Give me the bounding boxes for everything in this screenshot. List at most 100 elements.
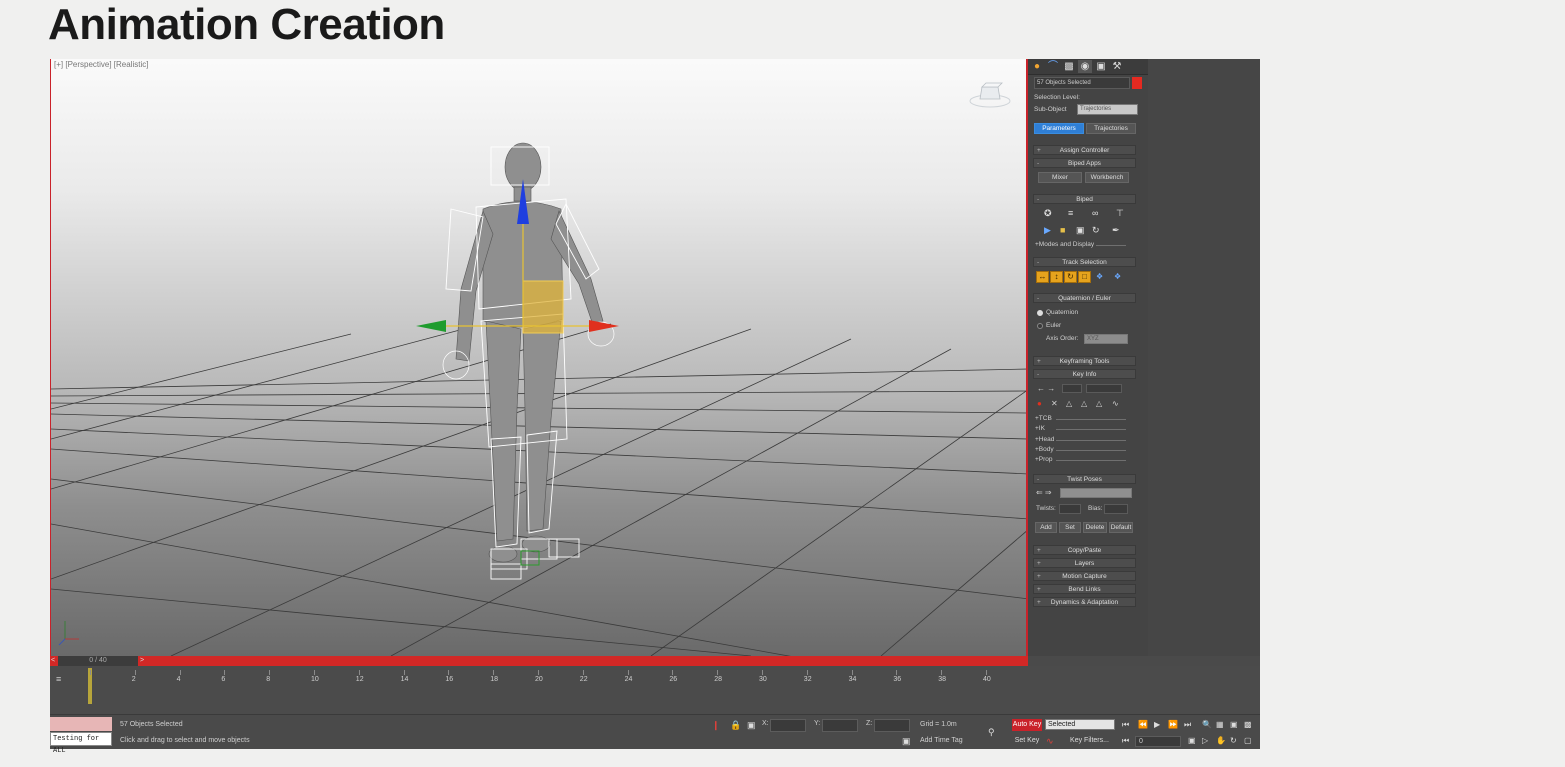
- x-coordinate-field[interactable]: [770, 719, 806, 732]
- quaternion-radio[interactable]: [1037, 310, 1043, 316]
- key-icon[interactable]: ⚲: [988, 727, 995, 737]
- modify-tab-icon[interactable]: ⌒: [1046, 60, 1060, 73]
- zoom-icon[interactable]: 🔍: [1202, 720, 1212, 730]
- z-coordinate-field[interactable]: [874, 719, 910, 732]
- play-icon[interactable]: ▶: [1154, 720, 1160, 730]
- time-slider-prev-button[interactable]: <: [51, 656, 58, 666]
- key-mode-toggle-icon[interactable]: ⏮: [1122, 736, 1129, 746]
- delete-key-icon[interactable]: ✕: [1051, 399, 1058, 408]
- set-key-icon[interactable]: ●: [1037, 399, 1042, 408]
- time-slider-next-button[interactable]: >: [140, 656, 147, 666]
- symmetrical-icon[interactable]: ❖: [1096, 272, 1103, 281]
- key-info-item-label[interactable]: +Body: [1035, 446, 1054, 453]
- trajectories-tab[interactable]: Trajectories: [1086, 123, 1136, 134]
- key-filters-button[interactable]: Key Filters...: [1062, 735, 1117, 747]
- key-info-item-label[interactable]: +IK: [1035, 425, 1045, 432]
- figure-mode-icon[interactable]: ✪: [1044, 208, 1052, 218]
- rollout-copy-paste[interactable]: + Copy/Paste: [1033, 545, 1136, 555]
- next-frame-icon[interactable]: ⏩: [1168, 720, 1178, 730]
- utilities-tab-icon[interactable]: ⚒: [1110, 60, 1124, 73]
- twist-add-button[interactable]: Add: [1035, 522, 1057, 533]
- maxscript-listener-top[interactable]: [50, 717, 112, 731]
- zoom-extents-icon[interactable]: ▣: [1230, 720, 1238, 730]
- rollout-bend-links[interactable]: + Bend Links: [1033, 584, 1136, 594]
- motion-tab-icon[interactable]: ◉: [1078, 60, 1092, 73]
- lock-com-button[interactable]: □: [1078, 271, 1091, 283]
- rollout-track-selection[interactable]: - Track Selection: [1033, 257, 1136, 267]
- set-key-button[interactable]: Set Key: [1012, 735, 1042, 747]
- load-file-icon[interactable]: ■: [1060, 225, 1065, 235]
- character-mesh[interactable]: [455, 142, 604, 563]
- twist-pose-dropdown[interactable]: [1060, 488, 1132, 498]
- body-rotation-button[interactable]: ↻: [1064, 271, 1077, 283]
- rollout-assign-controller[interactable]: + Assign Controller: [1033, 145, 1136, 155]
- key-mode-dropdown[interactable]: Selected: [1045, 719, 1115, 730]
- pan-view-icon[interactable]: ✋: [1216, 736, 1226, 746]
- body-vertical-button[interactable]: ↕: [1050, 271, 1063, 283]
- key-info-item-label[interactable]: +Head: [1035, 436, 1054, 443]
- hierarchy-tab-icon[interactable]: ▩: [1062, 60, 1076, 73]
- rollout-quaternion-euler[interactable]: - Quaternion / Euler: [1033, 293, 1136, 303]
- viewcube-icon[interactable]: [969, 81, 1011, 109]
- rollout-motion-capture[interactable]: + Motion Capture: [1033, 571, 1136, 581]
- perspective-viewport[interactable]: [+] [Perspective] [Realistic]: [50, 59, 1028, 656]
- twist-delete-button[interactable]: Delete: [1083, 522, 1107, 533]
- rollout-biped[interactable]: - Biped: [1033, 194, 1136, 204]
- zoom-extents-all-icon[interactable]: ▩: [1244, 720, 1252, 730]
- mixer-mode-icon[interactable]: ⊤: [1116, 208, 1124, 218]
- footstep-mode-icon[interactable]: ≡: [1068, 208, 1073, 218]
- object-color-swatch[interactable]: [1132, 77, 1142, 89]
- axis-order-dropdown[interactable]: XYZ: [1084, 334, 1128, 344]
- euler-radio[interactable]: [1037, 323, 1043, 329]
- trajectories-icon[interactable]: ∿: [1112, 399, 1119, 408]
- auto-key-button[interactable]: Auto Key: [1012, 719, 1042, 731]
- add-time-tag-button[interactable]: Add Time Tag: [920, 737, 963, 744]
- move-all-mode-icon[interactable]: ✒: [1112, 225, 1120, 235]
- maxscript-listener-input[interactable]: Testing for ALL: [50, 732, 112, 755]
- key-info-item-label[interactable]: +Prop: [1035, 456, 1053, 463]
- time-slider-thumb[interactable]: 0 / 40: [58, 656, 138, 666]
- display-tab-icon[interactable]: ▣: [1094, 60, 1108, 73]
- zoom-all-icon[interactable]: ▦: [1216, 720, 1224, 730]
- object-name-field[interactable]: 57 Objects Selected: [1034, 77, 1130, 89]
- key-number-field[interactable]: [1062, 384, 1082, 393]
- set-planted-key-icon[interactable]: △: [1066, 399, 1072, 408]
- parameters-tab[interactable]: Parameters: [1034, 123, 1084, 134]
- prev-next-key-icons[interactable]: ← →: [1037, 384, 1055, 393]
- biped-playback-icon[interactable]: ▶: [1044, 225, 1051, 235]
- key-info-item-label[interactable]: +TCB: [1035, 415, 1052, 422]
- go-to-end-icon[interactable]: ⏭: [1184, 720, 1191, 730]
- rollout-keyframing-tools[interactable]: + Keyframing Tools: [1033, 356, 1136, 366]
- body-horizontal-button[interactable]: ↔: [1036, 271, 1049, 283]
- twist-default-button[interactable]: Default: [1109, 522, 1133, 533]
- orbit-icon[interactable]: ↻: [1230, 736, 1237, 746]
- y-coordinate-field[interactable]: [822, 719, 858, 732]
- modes-display-label[interactable]: +Modes and Display: [1035, 241, 1094, 248]
- workbench-button[interactable]: Workbench: [1085, 172, 1129, 183]
- time-configuration-icon[interactable]: ▣: [1188, 736, 1196, 746]
- bias-spinner[interactable]: [1104, 504, 1128, 514]
- mixer-button[interactable]: Mixer: [1038, 172, 1082, 183]
- time-tag-icon[interactable]: ▣: [902, 736, 911, 746]
- convert-icon[interactable]: ↻: [1092, 225, 1100, 235]
- motion-flow-icon[interactable]: ∞: [1092, 208, 1098, 218]
- twist-prev-next-icons[interactable]: ⇐ ⇒: [1036, 488, 1052, 497]
- rollout-dynamics-adaptation[interactable]: + Dynamics & Adaptation: [1033, 597, 1136, 607]
- mini-curve-editor-icon[interactable]: ≡: [56, 673, 68, 685]
- opposite-icon[interactable]: ❖: [1114, 272, 1121, 281]
- twists-spinner[interactable]: [1059, 504, 1081, 514]
- selection-lock-icon[interactable]: 🔒: [730, 720, 741, 730]
- rollout-layers[interactable]: + Layers: [1033, 558, 1136, 568]
- key-curve-icon[interactable]: ∿: [1046, 736, 1054, 746]
- twist-set-button[interactable]: Set: [1059, 522, 1081, 533]
- rollout-twist-poses[interactable]: - Twist Poses: [1033, 474, 1136, 484]
- selected-pelvis[interactable]: [522, 280, 564, 334]
- trackbar[interactable]: ≡ 2 4 6 8 10 12 14 16 18 20 22 24 26 28 30 32 34 36 38 40: [50, 666, 996, 715]
- absolute-mode-icon[interactable]: ▣: [747, 720, 756, 730]
- maximize-viewport-icon[interactable]: ▢: [1244, 736, 1252, 746]
- previous-frame-icon[interactable]: ⏪: [1138, 720, 1148, 730]
- set-free-key-icon[interactable]: △: [1096, 399, 1102, 408]
- rollout-biped-apps[interactable]: - Biped Apps: [1033, 158, 1136, 168]
- go-to-start-icon[interactable]: ⏮: [1122, 720, 1129, 730]
- key-time-field[interactable]: [1086, 384, 1122, 393]
